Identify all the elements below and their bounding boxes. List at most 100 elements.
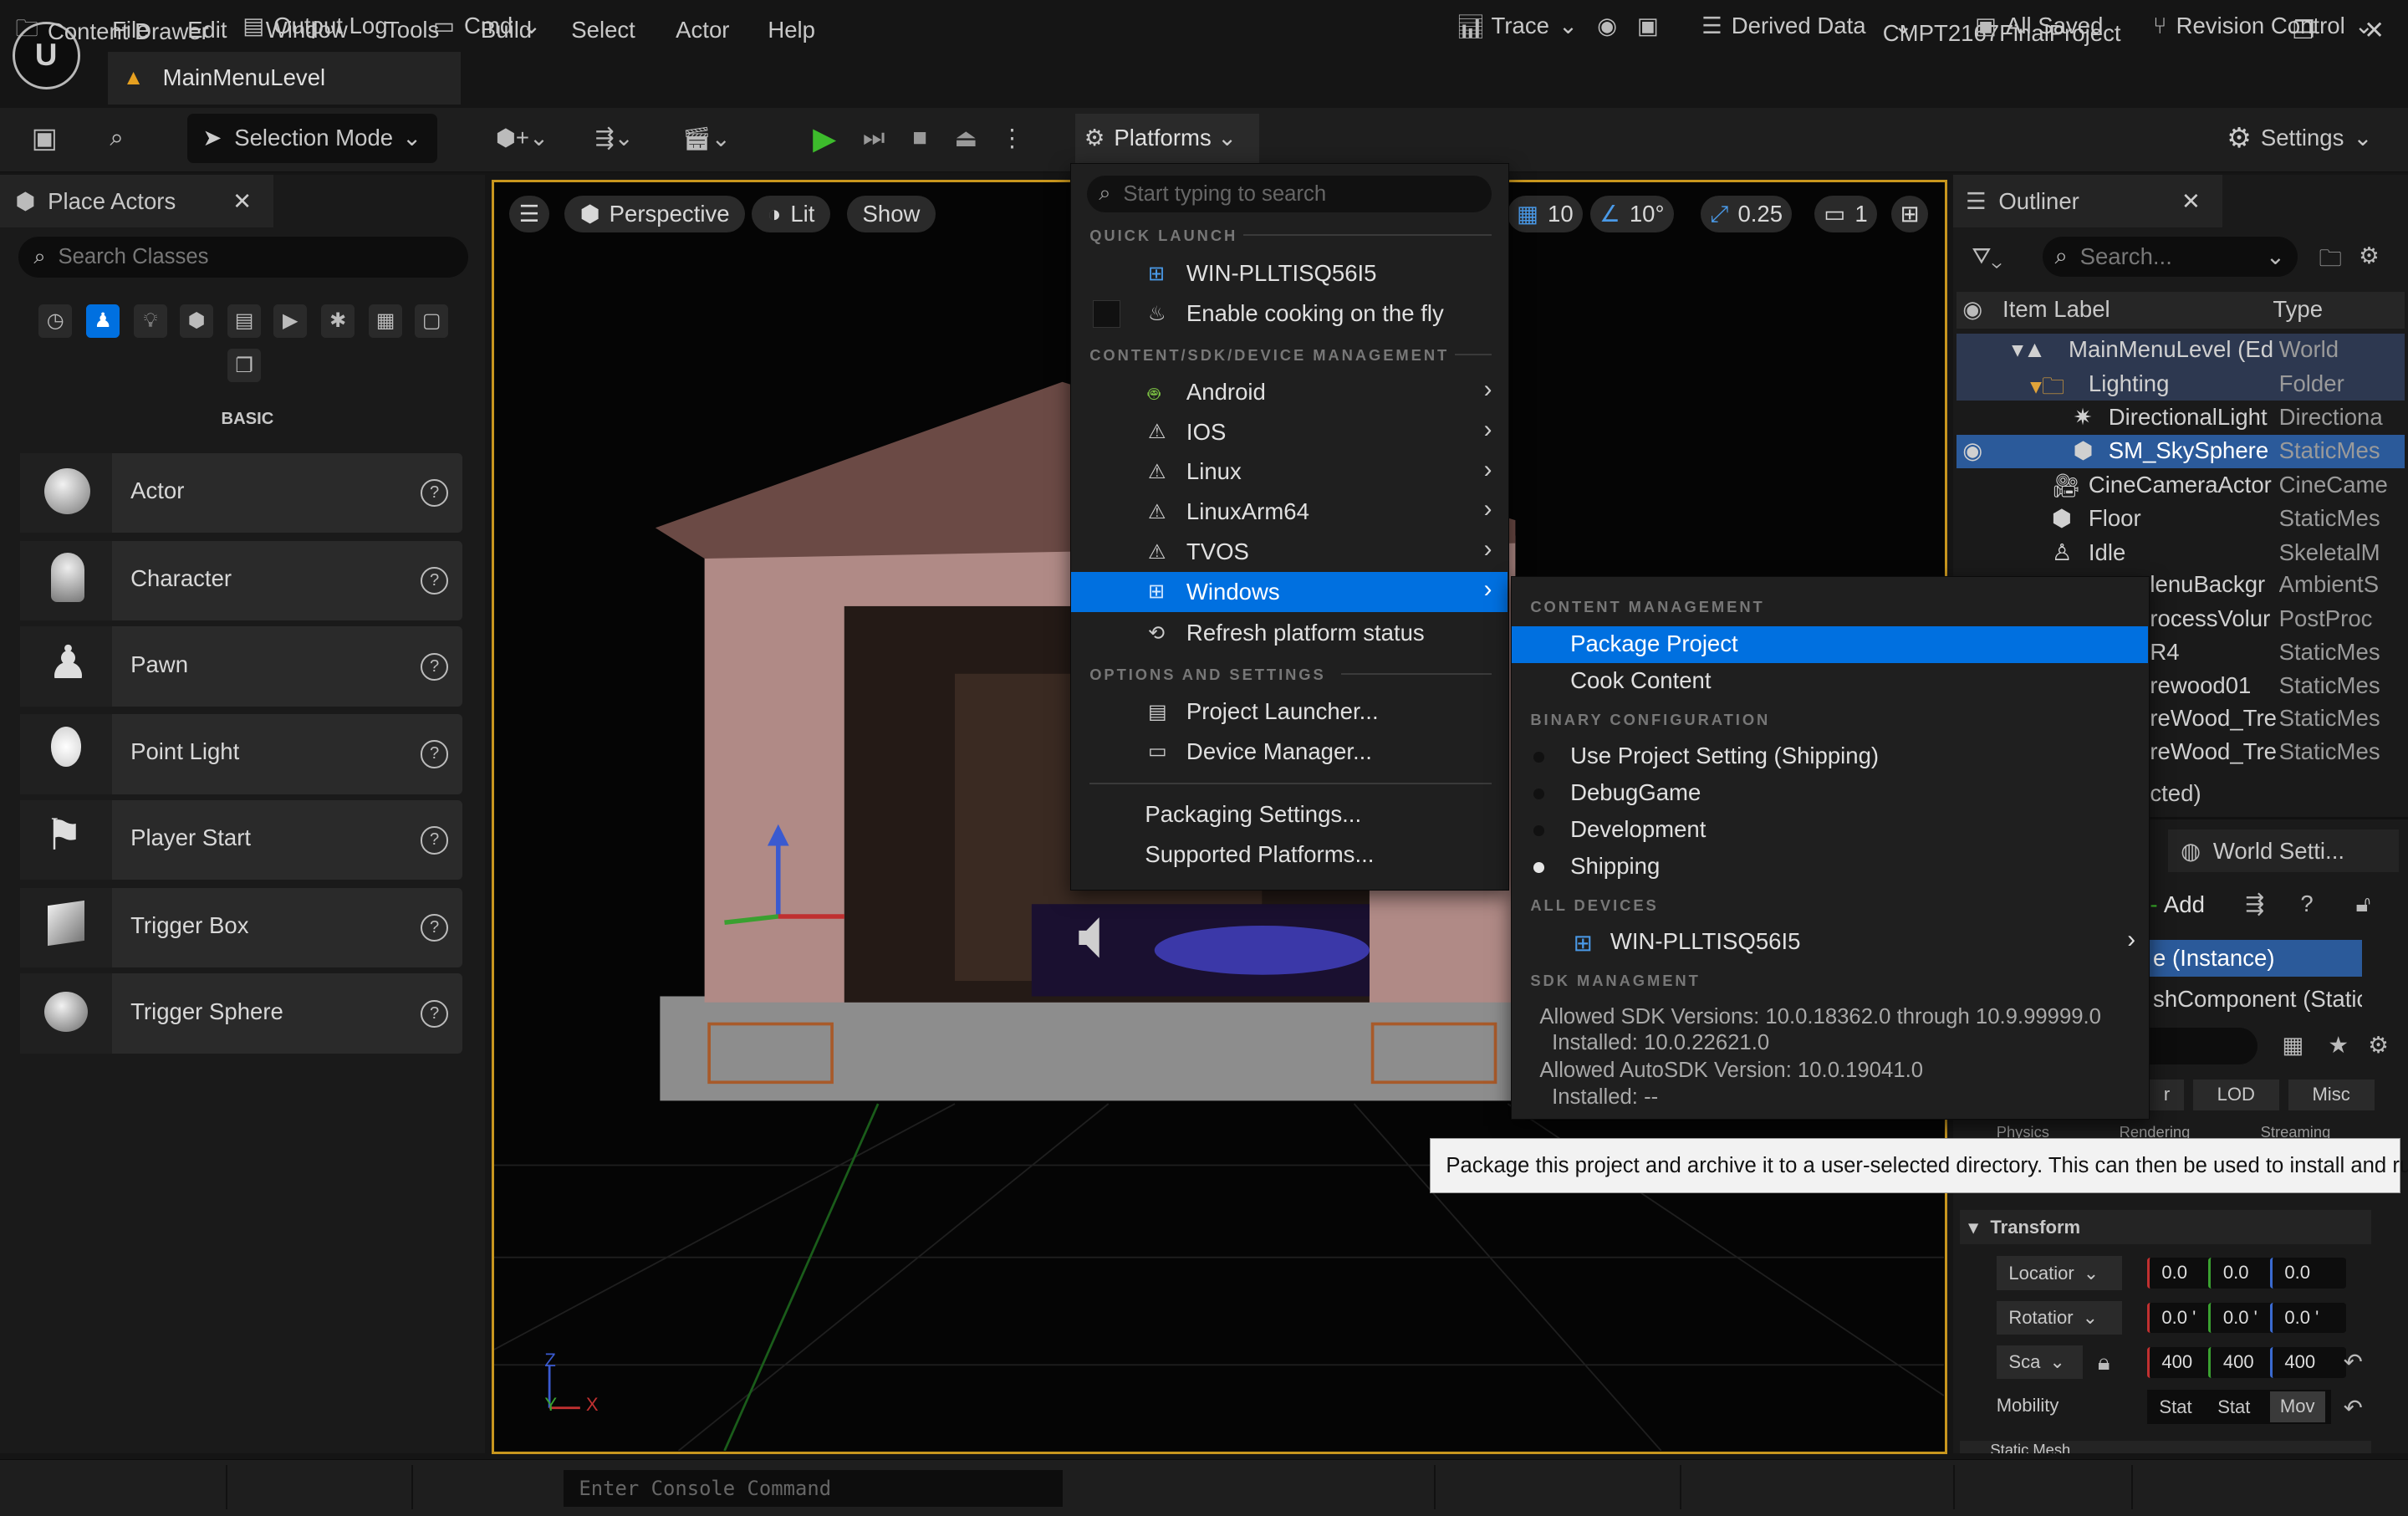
- screenshot-icon[interactable]: ▣: [1637, 13, 1659, 39]
- location-dropdown[interactable]: Locatior ⌄: [1996, 1256, 2123, 1290]
- perspective-button[interactable]: ⬢ Perspective: [564, 196, 745, 233]
- actor-item-player-start[interactable]: ⚑ Player Start ?: [19, 799, 462, 881]
- reset-icon[interactable]: ↶: [2344, 1395, 2363, 1422]
- stop-icon[interactable]: ■: [905, 120, 936, 156]
- star-icon[interactable]: ★: [2328, 1032, 2349, 1059]
- table-icon[interactable]: ▦: [2282, 1032, 2303, 1059]
- supported-platforms-item[interactable]: Supported Platforms...: [1071, 835, 1508, 875]
- help-icon[interactable]: ?: [420, 999, 449, 1029]
- filter-tab[interactable]: Misc: [2288, 1080, 2375, 1110]
- geometry-icon[interactable]: ▦: [368, 304, 403, 339]
- help-icon[interactable]: ?: [420, 566, 449, 595]
- tree-row-selected[interactable]: ◉ ⬢ SM_SkySphere StaticMes: [1956, 434, 2405, 469]
- output-log-button[interactable]: ▤ Output Log: [242, 13, 387, 39]
- record-icon[interactable]: ◉: [1597, 13, 1617, 39]
- location-z-field[interactable]: 0.0: [2269, 1258, 2346, 1289]
- help-icon[interactable]: ?: [420, 479, 449, 508]
- menu-select[interactable]: Select: [571, 17, 635, 43]
- filter-icon[interactable]: ⛛⌄: [1972, 242, 2002, 270]
- component-instance-row[interactable]: e (Instance): [2150, 940, 2362, 977]
- device-manager-item[interactable]: ▭ Device Manager...: [1071, 732, 1508, 772]
- recent-icon[interactable]: ◷: [38, 304, 73, 339]
- gear-icon[interactable]: ⚙: [2359, 242, 2380, 269]
- step-icon[interactable]: ⏭︎: [857, 120, 890, 156]
- enable-cooking-checkbox[interactable]: [1092, 300, 1120, 329]
- world-settings-tab[interactable]: ◍ World Setti...: [2168, 829, 2399, 873]
- device-item[interactable]: ⊞ WIN-PLLTISQ56I5 ›: [1512, 924, 2147, 961]
- filter-tab[interactable]: Rendering: [2120, 1126, 2191, 1138]
- derived-data-dropdown[interactable]: ☰ Derived Data ⌄: [1701, 13, 1913, 39]
- config-use-project-setting[interactable]: Use Project Setting (Shipping): [1512, 738, 2147, 775]
- actor-item-trigger-box[interactable]: Trigger Box ?: [19, 887, 462, 968]
- platform-ios[interactable]: ⚠ IOS ›: [1071, 412, 1508, 452]
- menu-actor[interactable]: Actor: [676, 17, 729, 43]
- tree-row[interactable]: ✷ DirectionalLight Directiona: [1956, 401, 2405, 434]
- all-classes-icon[interactable]: ❐: [227, 348, 262, 383]
- tree-row[interactable]: ♙ Idle SkeletalM: [1956, 536, 2405, 569]
- add-folder-icon[interactable]: 🗀︎: [2319, 242, 2342, 281]
- eject-icon[interactable]: ⏏: [949, 120, 982, 156]
- mobility-static[interactable]: Stat: [2159, 1396, 2191, 1418]
- outliner-tab[interactable]: ☰ Outliner ✕: [1953, 175, 2222, 227]
- content-drawer-button[interactable]: 🗀︎ Content Drawer: [15, 13, 209, 51]
- scale-y-field[interactable]: 400: [2208, 1346, 2278, 1378]
- package-project-item[interactable]: Package Project: [1512, 625, 2148, 663]
- scale-z-field[interactable]: 400: [2269, 1346, 2346, 1378]
- help-icon[interactable]: ?: [420, 740, 449, 768]
- platform-linuxarm64[interactable]: ⚠ LinuxArm64 ›: [1071, 493, 1508, 533]
- menu-tools[interactable]: Tools: [385, 17, 439, 43]
- actor-item-trigger-sphere[interactable]: Trigger Sphere ?: [19, 973, 462, 1054]
- play-icon[interactable]: ▶: [804, 120, 844, 156]
- settings-button[interactable]: ⚙ Settings ⌄: [2227, 120, 2372, 156]
- cook-content-item[interactable]: Cook Content: [1512, 663, 2147, 700]
- revision-control-dropdown[interactable]: ⑂ Revision Control ⌄: [2153, 13, 2374, 39]
- lights-icon[interactable]: 💡︎: [133, 304, 168, 339]
- mobility-stationary[interactable]: Stat: [2217, 1396, 2250, 1418]
- grid-snap-button[interactable]: ▦ 10: [1507, 196, 1583, 233]
- platform-android[interactable]: 🤖︎ Android ›: [1071, 372, 1508, 412]
- selection-mode-dropdown[interactable]: ➤ Selection Mode ⌄: [187, 113, 438, 163]
- cinematics-icon[interactable]: 🎬︎⌄: [676, 120, 737, 156]
- refresh-platform-status[interactable]: ⟲ Refresh platform status: [1071, 614, 1508, 654]
- close-tab-icon[interactable]: ✕: [232, 188, 252, 215]
- rotation-y-field[interactable]: 0.0 ': [2208, 1302, 2278, 1334]
- lock-icon[interactable]: 🔓︎: [2355, 891, 2370, 918]
- config-shipping[interactable]: Shipping: [1512, 849, 2147, 886]
- add-actor-icon[interactable]: ⬢+⌄: [492, 120, 553, 156]
- scale-snap-button[interactable]: ⤢ 0.25: [1701, 196, 1793, 233]
- actor-item-pawn[interactable]: ♟ Pawn ?: [19, 626, 462, 707]
- filter-tab[interactable]: LOD: [2192, 1080, 2279, 1110]
- blueprint-icon[interactable]: ⇶: [2245, 891, 2264, 917]
- rotation-dropdown[interactable]: Rotatior ⌄: [1996, 1300, 2123, 1335]
- platform-linux[interactable]: ⚠ Linux ›: [1071, 452, 1508, 493]
- packaging-settings-item[interactable]: Packaging Settings...: [1071, 795, 1508, 835]
- all-saved-button[interactable]: ▣ All Saved: [1975, 13, 2103, 39]
- lock-icon[interactable]: 🔒︎: [2098, 1349, 2110, 1376]
- add-component-button[interactable]: - Add: [2150, 885, 2230, 925]
- visibility-icon[interactable]: ◉: [1962, 437, 1982, 464]
- place-actors-tab[interactable]: ⬢ Place Actors ✕: [0, 175, 273, 227]
- filter-tab[interactable]: Streaming: [2261, 1126, 2331, 1138]
- details-search-input[interactable]: [2150, 1027, 2258, 1064]
- config-development[interactable]: Development: [1512, 812, 2147, 849]
- tree-row[interactable]: ▾▲ MainMenuLevel (Ed World: [1956, 333, 2405, 367]
- scale-dropdown[interactable]: Sca ⌄: [1996, 1345, 2083, 1380]
- level-tab[interactable]: ▲ MainMenuLevel: [107, 52, 461, 105]
- platforms-button[interactable]: ⚙ Platforms ⌄: [1074, 113, 1260, 163]
- tree-row[interactable]: 🎥︎ CineCameraActor CineCame: [1956, 468, 2405, 502]
- location-x-field[interactable]: 0.0: [2146, 1258, 2217, 1289]
- cinematic-icon[interactable]: ▤: [227, 304, 262, 339]
- help-icon[interactable]: ?: [420, 913, 449, 942]
- shapes-icon[interactable]: ⬢: [179, 304, 214, 339]
- rotation-x-field[interactable]: 0.0 ': [2146, 1302, 2217, 1334]
- enable-cooking-item[interactable]: ♨ Enable cooking on the fly: [1071, 294, 1508, 334]
- camera-speed-button[interactable]: ▭ 1: [1814, 196, 1877, 233]
- volumes-icon[interactable]: ▢: [414, 304, 449, 339]
- location-y-field[interactable]: 0.0: [2208, 1258, 2278, 1289]
- actor-item-actor[interactable]: Actor ?: [19, 452, 462, 533]
- rotation-snap-button[interactable]: ∠ 10°: [1590, 196, 1674, 233]
- help-icon[interactable]: ?: [2300, 891, 2313, 917]
- filter-tab[interactable]: Physics: [1997, 1126, 2049, 1138]
- trace-dropdown[interactable]: 📊︎ Trace ⌄: [1456, 13, 1578, 40]
- close-tab-icon[interactable]: ✕: [2181, 188, 2201, 215]
